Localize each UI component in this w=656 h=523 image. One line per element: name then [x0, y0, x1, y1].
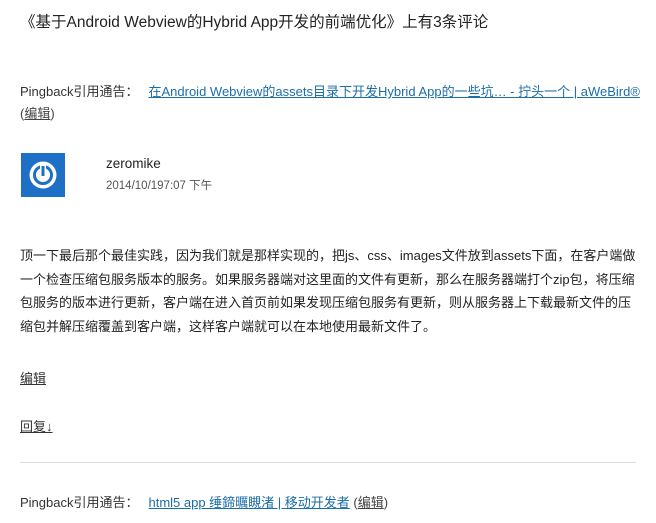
- pingback-prefix: Pingback引用通告：: [20, 495, 139, 510]
- comment-date[interactable]: 2014/10/197:07 下午: [106, 177, 212, 193]
- comment-edit-link[interactable]: 编辑: [20, 368, 46, 387]
- comments-section: 《基于Android Webview的Hybrid App开发的前端优化》上有3…: [0, 0, 656, 523]
- pingback-item: Pingback引用通告： html5 app 缍鍗曞瞡渚 | 移动开发者 (编辑…: [20, 492, 640, 514]
- reply-link[interactable]: 回复↓: [20, 416, 53, 435]
- pingback-link[interactable]: html5 app 缍鍗曞瞡渚 | 移动开发者: [148, 495, 349, 510]
- reply-arrow-icon: ↓: [46, 419, 53, 434]
- avatar[interactable]: [21, 153, 65, 197]
- pingback-link[interactable]: 在Android Webview的assets目录下开发Hybrid App的一…: [148, 84, 639, 99]
- comment-author: zeromike: [106, 156, 161, 171]
- comment-text: 顶一下最后那个最佳实践，因为我们就是那样实现的，把js、css、images文件…: [20, 248, 636, 334]
- pingback-item: Pingback引用通告： 在Android Webview的assets目录下开…: [20, 81, 640, 125]
- reply-label: 回复: [20, 419, 47, 434]
- pingback-edit-link[interactable]: 编辑: [24, 106, 50, 121]
- pingback-edit: (编辑): [20, 106, 55, 121]
- pingback-edit: (编辑): [353, 495, 389, 510]
- comments-title: 《基于Android Webview的Hybrid App开发的前端优化》上有3…: [20, 14, 489, 31]
- pingback-prefix: Pingback引用通告：: [20, 84, 139, 99]
- divider: [20, 462, 636, 463]
- pingback-edit-link[interactable]: 编辑: [358, 495, 384, 510]
- power-logo-icon: [29, 161, 57, 189]
